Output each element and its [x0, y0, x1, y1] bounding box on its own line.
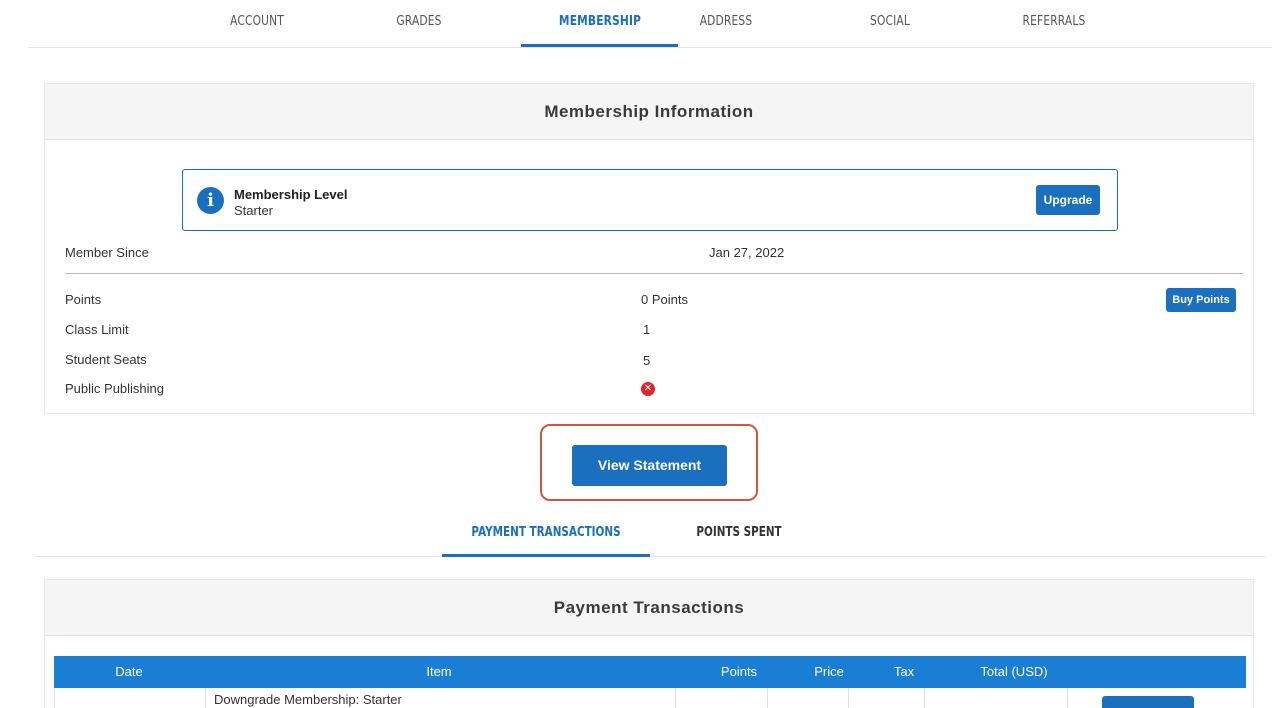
table-header: Date Item Points Price Tax Total (USD) — [54, 656, 1246, 688]
column-tax: Tax — [893, 664, 915, 679]
active-subtab-indicator — [442, 554, 650, 557]
row-action-button[interactable] — [1102, 696, 1194, 708]
active-tab-indicator — [521, 44, 678, 47]
membership-level-label: Membership Level — [234, 187, 348, 202]
tab-referrals[interactable]: REFERRALS — [993, 0, 1116, 47]
membership-card: Membership Information i Membership Leve… — [44, 83, 1254, 414]
tab-social[interactable]: SOCIAL — [841, 0, 939, 47]
membership-level-value: Starter — [234, 203, 274, 218]
tab-membership[interactable]: MEMBERSHIP — [536, 0, 664, 47]
upgrade-button[interactable]: Upgrade — [1036, 185, 1100, 215]
tab-address[interactable]: ADDRESS — [677, 0, 775, 47]
column-item: Item — [426, 664, 452, 679]
buy-points-button[interactable]: Buy Points — [1166, 288, 1236, 312]
column-date: Date — [115, 664, 143, 679]
points-value: 0 Points — [641, 292, 688, 307]
cell-total — [925, 688, 1068, 708]
top-tabs: ACCOUNT GRADES MEMBERSHIP ADDRESS SOCIAL… — [28, 0, 1272, 48]
info-icon: i — [197, 187, 224, 214]
transactions-table: Date Item Points Price Tax Total (USD) D… — [54, 656, 1246, 708]
cell-date — [55, 688, 206, 708]
cell-tax — [849, 688, 925, 708]
close-circle-icon: ✕ — [641, 382, 655, 396]
tab-payment-transactions[interactable]: PAYMENT TRANSACTIONS — [463, 515, 629, 555]
cell-points — [676, 688, 768, 708]
column-points: Points — [720, 664, 758, 679]
cell-item: Downgrade Membership: Starter — [206, 688, 676, 708]
student-seats-label: Student Seats — [65, 352, 147, 367]
column-price: Price — [814, 664, 844, 679]
column-total: Total (USD) — [980, 664, 1048, 679]
points-label: Points — [65, 292, 102, 307]
transaction-tabs: PAYMENT TRANSACTIONS POINTS SPENT — [34, 515, 1266, 557]
membership-card-title: Membership Information — [45, 84, 1253, 140]
tab-grades[interactable]: GRADES — [370, 0, 468, 47]
member-since-value: Jan 27, 2022 — [709, 245, 785, 260]
table-row: Downgrade Membership: Starter — [54, 688, 1246, 708]
view-statement-button[interactable]: View Statement — [572, 445, 727, 486]
tab-account[interactable]: ACCOUNT — [208, 0, 306, 47]
payment-transactions-card: Payment Transactions Date Item Points Pr… — [44, 579, 1254, 708]
payment-card-title: Payment Transactions — [45, 580, 1253, 636]
membership-level-box: i Membership Level Starter Upgrade — [182, 169, 1118, 231]
tab-points-spent[interactable]: POINTS SPENT — [695, 515, 783, 555]
divider — [65, 273, 1243, 274]
public-publishing-label: Public Publishing — [65, 381, 165, 396]
student-seats-value: 5 — [643, 353, 651, 368]
class-limit-label: Class Limit — [65, 322, 129, 337]
class-limit-value: 1 — [643, 322, 651, 337]
member-since-label: Member Since — [65, 245, 149, 260]
cell-price — [768, 688, 849, 708]
